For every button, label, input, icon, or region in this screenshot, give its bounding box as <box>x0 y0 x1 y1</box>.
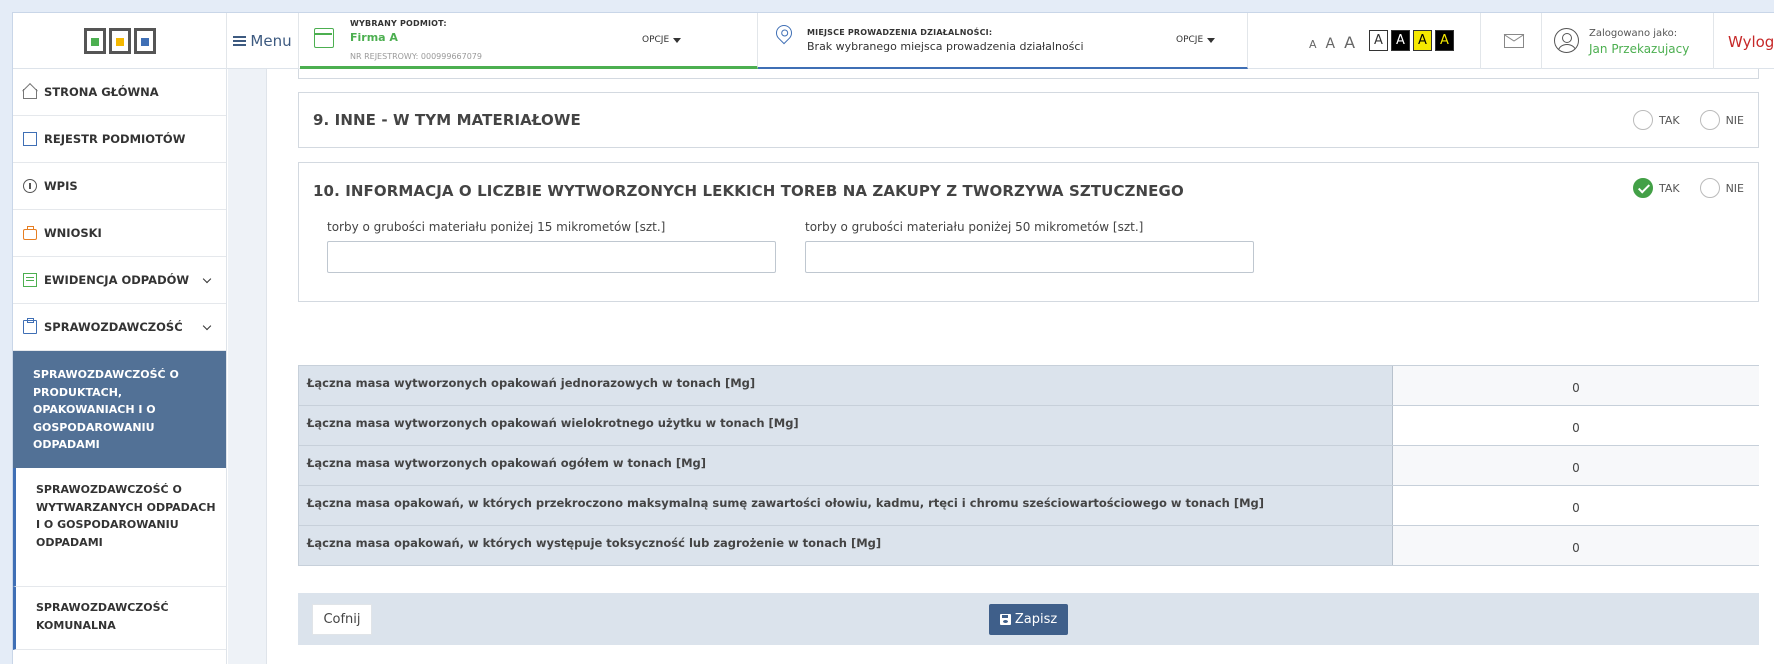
envelope-icon[interactable] <box>1504 34 1524 48</box>
map-pin-icon <box>772 21 796 45</box>
section-9-nie-radio[interactable] <box>1699 110 1720 130</box>
section-9-radio-group: TAK NIE <box>1632 110 1744 130</box>
back-button[interactable]: Cofnij <box>312 604 372 635</box>
top-header: Menu WYBRANY PODMIOT: Firma A NR REJESTR… <box>13 13 1774 69</box>
sidebar-item-applications[interactable]: WNIOSKI <box>13 210 226 257</box>
section-10-tak-label: TAK <box>1658 181 1680 195</box>
summary-label: Łączna masa wytworzonych opakowań ogółem… <box>298 446 1393 485</box>
summary-label: Łączna masa wytworzonych opakowań wielok… <box>298 406 1393 445</box>
font-size-controls: A A A <box>1309 33 1355 52</box>
sidebar-item-entry[interactable]: WPIS <box>13 163 226 210</box>
logo-cell-blue <box>133 28 156 54</box>
selected-entity-panel[interactable]: WYBRANY PODMIOT: Firma A NR REJESTROWY: … <box>300 13 758 69</box>
section-9-tak-radio[interactable] <box>1632 110 1653 130</box>
logout-button[interactable]: Wyloguj <box>1728 33 1774 51</box>
summary-value: 0 <box>1393 366 1759 405</box>
entity-name: Firma A <box>350 31 398 44</box>
summary-value: 0 <box>1393 526 1759 565</box>
font-size-small[interactable]: A <box>1309 38 1317 51</box>
app-window: Menu WYBRANY PODMIOT: Firma A NR REJESTR… <box>12 12 1774 664</box>
section-9-title: 9. INNE - W TYM MATERIAŁOWE <box>313 111 581 129</box>
summary-value: 0 <box>1572 500 1580 515</box>
save-button[interactable]: Zapisz <box>989 604 1068 635</box>
previous-section-bottom <box>298 69 1759 79</box>
sidebar-item-registry[interactable]: REJESTR PODMIOTÓW <box>13 116 226 163</box>
location-value: Brak wybranego miejsca prowadzenia dział… <box>807 40 1084 53</box>
menu-button[interactable]: Menu <box>227 13 299 69</box>
table-row: Łączna masa opakowań, w których przekroc… <box>298 486 1759 526</box>
header-divider <box>1480 13 1481 69</box>
bdo-logo[interactable] <box>13 13 227 69</box>
contrast-black-white[interactable]: A <box>1391 30 1410 51</box>
bags-15-label: torby o grubości materiału poniżej 15 mi… <box>327 220 666 234</box>
sidebar-subitem-products-packaging[interactable]: SPRAWOZDAWCZOŚĆ O PRODUKTACH, OPAKOWANIA… <box>13 351 226 468</box>
bags-50-input[interactable] <box>805 241 1254 273</box>
table-row: Łączna masa opakowań, w których występuj… <box>298 526 1759 566</box>
entity-options-button[interactable]: OPCJE <box>642 35 682 45</box>
summary-value: 0 <box>1572 420 1580 435</box>
logo-cell-yellow <box>108 28 131 54</box>
section-10-tak-radio[interactable] <box>1632 178 1653 198</box>
header-divider <box>1541 13 1542 69</box>
sidebar-item-reporting[interactable]: SPRAWOZDAWCZOŚĆ <box>13 304 226 351</box>
logged-user[interactable]: Zalogowano jako: Jan Przekazujacy <box>1589 28 1689 56</box>
entity-register-number: NR REJESTROWY: 000999667079 <box>350 52 482 61</box>
location-label: MIEJSCE PROWADZENIA DZIAŁALNOŚCI: <box>807 28 993 37</box>
sidebar-item-home[interactable]: STRONA GŁÓWNA <box>13 69 226 116</box>
floppy-disk-icon <box>999 614 1011 625</box>
contrast-black-yellow[interactable]: A <box>1435 30 1454 51</box>
contrast-default[interactable]: A <box>1369 30 1388 51</box>
table-row: Łączna masa wytworzonych opakowań ogółem… <box>298 446 1759 486</box>
section-9-panel: 9. INNE - W TYM MATERIAŁOWE TAK NIE <box>298 92 1759 148</box>
table-row: Łączna masa wytworzonych opakowań jednor… <box>298 366 1759 406</box>
save-label: Zapisz <box>1014 612 1058 627</box>
contrast-yellow-black[interactable]: A <box>1413 30 1432 51</box>
bags-50-label: torby o grubości materiału poniżej 50 mi… <box>805 220 1144 234</box>
summary-label: Łączna masa wytworzonych opakowań jednor… <box>298 366 1393 405</box>
building-icon <box>314 28 334 48</box>
location-panel[interactable]: MIEJSCE PROWADZENIA DZIAŁALNOŚCI: Brak w… <box>758 13 1248 69</box>
section-10-nie-label: NIE <box>1725 181 1744 195</box>
summary-value: 0 <box>1393 446 1759 485</box>
sidebar-item-waste-records[interactable]: EWIDENCJA ODPADÓW <box>13 257 226 304</box>
menu-label: Menu <box>250 32 292 50</box>
sidebar: STRONA GŁÓWNA REJESTR PODMIOTÓW WPIS WNI… <box>13 69 227 664</box>
clipboard-icon <box>23 318 37 334</box>
entity-label: WYBRANY PODMIOT: <box>350 19 447 28</box>
briefcase-icon <box>23 226 37 240</box>
home-icon <box>23 89 37 99</box>
sidebar-subitem-municipal[interactable]: SPRAWOZDAWCZOŚĆ KOMUNALNA <box>13 587 226 650</box>
font-size-large[interactable]: A <box>1344 33 1355 52</box>
header-divider <box>1713 13 1714 69</box>
contrast-controls: A A A A <box>1369 30 1454 51</box>
chevron-down-icon <box>202 274 212 284</box>
table-row: Łączna masa wytworzonych opakowań wielok… <box>298 406 1759 446</box>
summary-label: Łączna masa opakowań, w których przekroc… <box>298 486 1393 525</box>
chevron-down-icon <box>202 321 212 331</box>
cube-icon <box>23 132 37 146</box>
section-9-nie-label: NIE <box>1725 113 1744 127</box>
bags-15-input[interactable] <box>327 241 776 273</box>
section-10-radio-group: TAK NIE <box>1632 178 1744 198</box>
caret-down-icon <box>673 37 682 43</box>
list-icon <box>23 273 37 287</box>
user-name: Jan Przekazujacy <box>1589 42 1690 56</box>
section-10-panel: 10. INFORMACJA O LICZBIE WYTWORZONYCH LE… <box>298 162 1759 302</box>
sidebar-subitem-generated-waste[interactable]: SPRAWOZDAWCZOŚĆ O WYTWARZANYCH ODPADACH … <box>13 468 226 587</box>
logged-label: Zalogowano jako: <box>1589 28 1678 39</box>
section-10-nie-radio[interactable] <box>1699 178 1720 198</box>
hamburger-icon <box>233 36 247 46</box>
info-icon <box>23 179 37 193</box>
summary-table: Łączna masa wytworzonych opakowań jednor… <box>298 365 1759 566</box>
logo-cell-green <box>83 28 106 54</box>
form-footer: Cofnij Zapisz <box>298 593 1759 645</box>
user-icon <box>1554 28 1579 53</box>
location-options-button[interactable]: OPCJE <box>1176 35 1216 45</box>
section-9-tak-label: TAK <box>1658 113 1680 127</box>
section-10-title: 10. INFORMACJA O LICZBIE WYTWORZONYCH LE… <box>313 182 1184 200</box>
caret-down-icon <box>1207 37 1216 43</box>
font-size-medium[interactable]: A <box>1326 36 1336 52</box>
summary-label: Łączna masa opakowań, w których występuj… <box>298 526 1393 565</box>
